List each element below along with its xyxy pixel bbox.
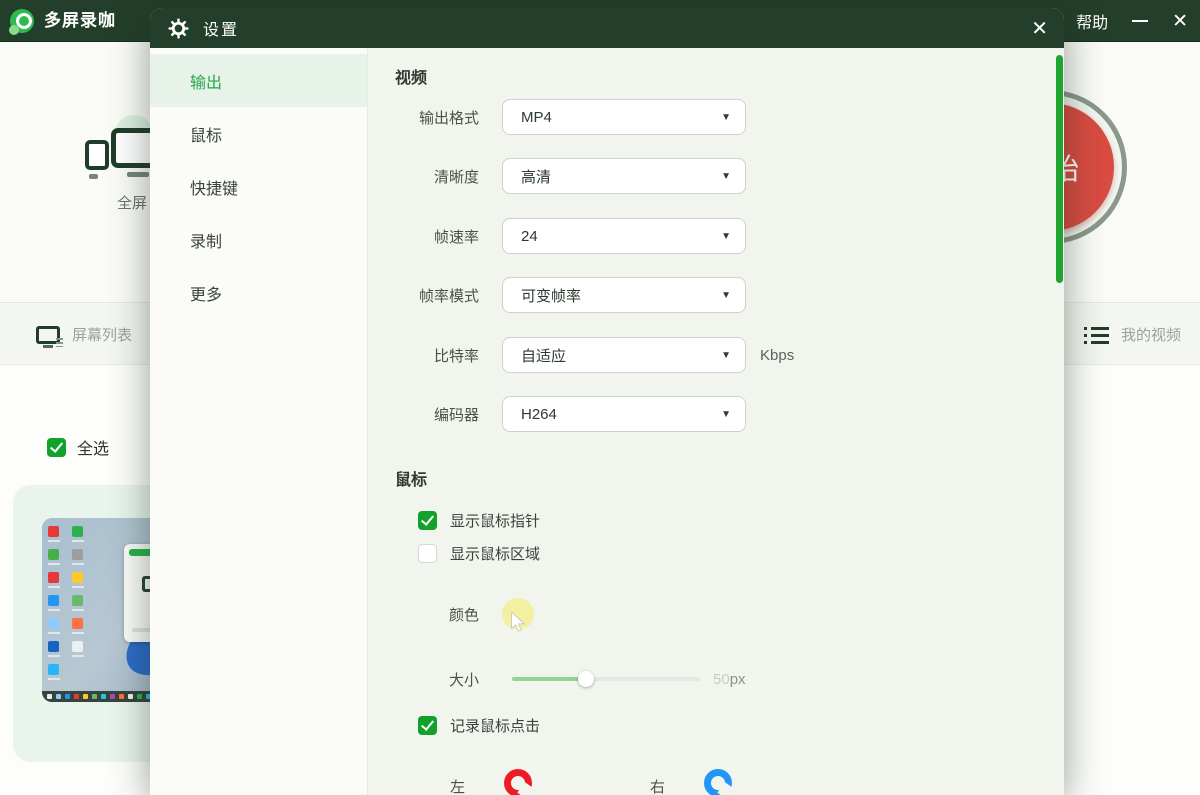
framerate-mode-row: 帧率模式 可变帧率 ▼ — [368, 277, 746, 313]
app-logo-icon — [10, 9, 34, 33]
my-videos-label: 我的视频 — [1121, 324, 1181, 345]
record-clicks-checkbox[interactable] — [418, 716, 437, 735]
clarity-select[interactable]: 高清 ▼ — [502, 158, 746, 194]
close-window-button[interactable]: ✕ — [1172, 12, 1188, 31]
pointer-size-value: 50px — [713, 671, 746, 688]
right-button-label: 右键 — [650, 776, 665, 795]
select-value: 自适应 — [521, 345, 566, 366]
framerate-label: 帧速率 — [368, 226, 479, 247]
monitor-stand — [89, 174, 98, 179]
settings-dialog: 设置 ✕ 输出 鼠标 快捷键 录制 更多 视频 输出格式 MP4 ▼ — [150, 8, 1064, 795]
pointer-size-row: 大小 50px — [368, 663, 746, 695]
dialog-title: 设置 — [203, 16, 239, 40]
show-area-checkbox[interactable] — [418, 544, 437, 563]
chevron-down-icon: ▼ — [721, 231, 731, 242]
bitrate-row: 比特率 自适应 ▼ Kbps — [368, 337, 794, 373]
screen-list-tab[interactable]: 屏幕列表 — [36, 303, 132, 366]
slider-fill — [512, 677, 586, 681]
sidebar-item-recording[interactable]: 录制 — [150, 213, 367, 266]
output-format-select[interactable]: MP4 ▼ — [502, 99, 746, 135]
bitrate-label: 比特率 — [368, 345, 479, 366]
settings-sidebar: 输出 鼠标 快捷键 录制 更多 — [150, 48, 368, 795]
chevron-down-icon: ▼ — [721, 350, 731, 361]
mouse-cursor-icon — [511, 612, 526, 633]
minimize-button[interactable] — [1132, 20, 1148, 22]
size-number: 50 — [713, 671, 730, 688]
select-value: H264 — [521, 406, 557, 423]
chevron-down-icon: ▼ — [721, 409, 731, 420]
desktop-icons — [48, 526, 88, 687]
clarity-label: 清晰度 — [368, 166, 479, 187]
show-pointer-label: 显示鼠标指针 — [450, 510, 540, 531]
sidebar-item-hotkeys[interactable]: 快捷键 — [150, 160, 367, 213]
settings-dialog-header: 设置 ✕ — [150, 8, 1064, 48]
screen-list-label: 屏幕列表 — [72, 324, 132, 345]
framerate-mode-label: 帧率模式 — [368, 285, 479, 306]
list-icon — [1084, 326, 1109, 344]
help-button[interactable]: 帮助 — [1076, 9, 1108, 33]
right-click-color-swatch[interactable] — [704, 769, 732, 795]
video-section-heading: 视频 — [395, 64, 427, 88]
slider-thumb[interactable] — [578, 671, 594, 687]
show-area-label: 显示鼠标区域 — [450, 543, 540, 564]
settings-content: 视频 输出格式 MP4 ▼ 清晰度 高清 ▼ 帧速率 — [368, 48, 1064, 795]
select-all-label: 全选 — [77, 435, 109, 459]
framerate-mode-select[interactable]: 可变帧率 ▼ — [502, 277, 746, 313]
record-clicks-label: 记录鼠标点击 — [450, 715, 540, 736]
select-all-row[interactable]: 全选 — [47, 435, 109, 459]
encoder-row: 编码器 H264 ▼ — [368, 396, 746, 432]
monitor-stand — [127, 172, 149, 177]
settings-body: 输出 鼠标 快捷键 录制 更多 视频 输出格式 MP4 ▼ 清晰度 — [150, 48, 1064, 795]
output-format-row: 输出格式 MP4 ▼ — [368, 99, 746, 135]
show-pointer-row[interactable]: 显示鼠标指针 — [418, 510, 540, 531]
select-value: 24 — [521, 228, 538, 245]
record-clicks-row[interactable]: 记录鼠标点击 — [418, 715, 540, 736]
pointer-size-slider[interactable] — [512, 677, 700, 681]
bitrate-select[interactable]: 自适应 ▼ — [502, 337, 746, 373]
framerate-select[interactable]: 24 ▼ — [502, 218, 746, 254]
fullscreen-label: 全屏 — [117, 192, 147, 213]
left-click-color-swatch[interactable] — [504, 769, 532, 795]
size-label: 大小 — [368, 669, 479, 690]
gear-icon — [168, 18, 189, 39]
chevron-down-icon: ▼ — [721, 171, 731, 182]
select-value: 高清 — [521, 166, 551, 187]
framerate-row: 帧速率 24 ▼ — [368, 218, 746, 254]
sidebar-item-mouse[interactable]: 鼠标 — [150, 107, 367, 160]
color-label: 颜色 — [368, 604, 479, 625]
sidebar-item-more[interactable]: 更多 — [150, 266, 367, 319]
app-window: 屏幕列表 我的视频 全屏 开始 全选 — [0, 0, 1200, 795]
chevron-down-icon: ▼ — [721, 112, 731, 123]
clarity-row: 清晰度 高清 ▼ — [368, 158, 746, 194]
small-monitor-icon — [85, 140, 109, 170]
mouse-section-heading: 鼠标 — [395, 466, 427, 490]
select-value: MP4 — [521, 109, 552, 126]
scrollbar-thumb[interactable] — [1056, 55, 1063, 283]
select-all-checkbox[interactable] — [47, 438, 66, 457]
app-title: 多屏录咖 — [44, 0, 116, 42]
bitrate-unit: Kbps — [760, 347, 794, 364]
left-button-label: 左键 — [450, 776, 465, 795]
close-dialog-button[interactable]: ✕ — [1031, 8, 1048, 48]
titlebar-controls: 帮助 ✕ — [1076, 0, 1188, 42]
monitor-icon — [36, 326, 60, 344]
size-unit: px — [730, 671, 746, 688]
show-area-row[interactable]: 显示鼠标区域 — [418, 543, 540, 564]
my-videos-tab[interactable]: 我的视频 — [1084, 303, 1181, 366]
sidebar-item-output[interactable]: 输出 — [150, 54, 367, 107]
color-swatch-wrap[interactable] — [502, 598, 534, 630]
pointer-color-row: 颜色 — [368, 598, 534, 630]
encoder-select[interactable]: H264 ▼ — [502, 396, 746, 432]
select-value: 可变帧率 — [521, 285, 581, 306]
chevron-down-icon: ▼ — [721, 290, 731, 301]
encoder-label: 编码器 — [368, 404, 479, 425]
output-format-label: 输出格式 — [368, 107, 479, 128]
show-pointer-checkbox[interactable] — [418, 511, 437, 530]
